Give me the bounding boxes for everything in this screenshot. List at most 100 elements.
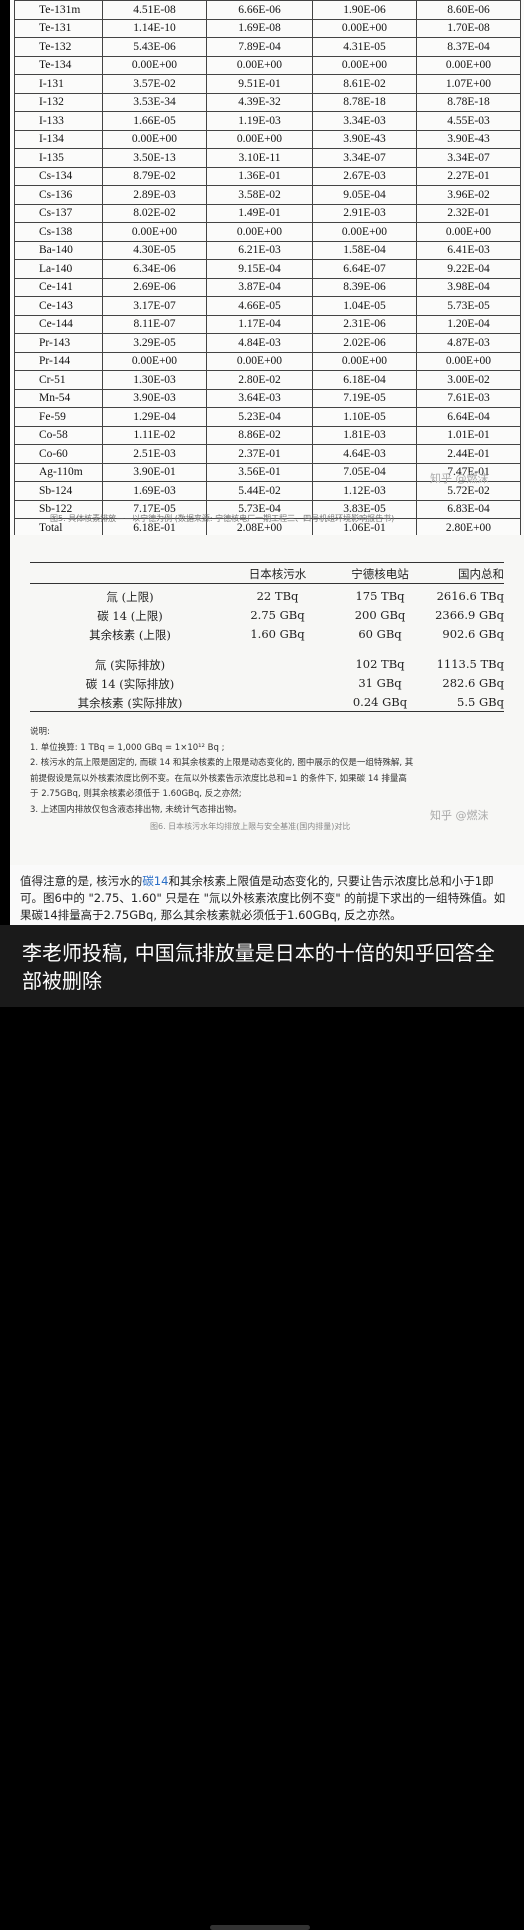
value-cell: 8.79E-02: [102, 166, 207, 186]
value-cell: 6.64E-07: [312, 259, 417, 279]
value-cell: 2.51E-03: [102, 444, 207, 464]
nuclide-cell: Sb-124: [14, 481, 103, 501]
value-cell: 2.69E-06: [102, 277, 207, 297]
value-cell: 1.70E-08: [416, 18, 521, 38]
nuclide-cell: I-133: [14, 111, 103, 131]
row-label: 其余核素 (上限): [89, 628, 171, 642]
nuclide-cell: I-134: [14, 129, 103, 149]
table-row: I-135 3.50E-13 3.10E-11 3.34E-07 3.34E-07: [14, 148, 521, 168]
row-label: 氚 (实际排放): [94, 658, 166, 672]
nuclide-cell: Te-134: [14, 55, 103, 75]
value-cell: 4.84E-03: [206, 333, 313, 353]
value-cell: 3.57E-02: [102, 74, 207, 94]
nuclide-cell: Te-131: [14, 18, 103, 38]
nuclide-cell: Cs-134: [14, 166, 103, 186]
value-cell: 0.00E+00: [102, 129, 207, 149]
value-cell: 0.00E+00: [102, 222, 207, 242]
table-rule-header: [30, 583, 504, 584]
value-cell: 3.50E-13: [102, 148, 207, 168]
value-cell: 1.29E-04: [102, 407, 207, 427]
table-row: 其余核素 (上限) 1.60 GBq 60 GBq 902.6 GBq: [30, 625, 504, 644]
table-row: 碳 14 (上限) 2.75 GBq 200 GBq 2366.9 GBq: [30, 606, 504, 625]
value-cell: 1.49E-01: [206, 203, 313, 223]
value-cell: 1.60 GBq: [250, 627, 305, 641]
value-cell: 2.02E-06: [312, 333, 417, 353]
value-cell: 5.23E-04: [206, 407, 313, 427]
paragraph-text: 值得注意的是, 核污水的碳14和其余核素上限值是动态变化的, 只要让告示浓度比总…: [20, 874, 506, 922]
table-row: Pr-143 3.29E-05 4.84E-03 2.02E-06 4.87E-03: [14, 333, 521, 353]
value-cell: 8.78E-18: [312, 92, 417, 112]
search-link-carbon14[interactable]: 碳14: [142, 874, 168, 888]
note-line: 于 2.75GBq, 则其余核素必须低于 1.60GBq, 反之亦然;: [30, 789, 242, 799]
value-cell: 0.00E+00: [312, 55, 417, 75]
value-cell: 1.58E-04: [312, 240, 417, 260]
value-cell: 31 GBq: [358, 676, 402, 690]
value-cell: 9.15E-04: [206, 259, 313, 279]
note-line: 2. 核污水的氚上限是固定的, 而碳 14 和其余核素的上限是动态变化的, 图中…: [30, 758, 414, 768]
value-cell: 3.00E-02: [416, 370, 521, 390]
nuclide-cell: Cs-137: [14, 203, 103, 223]
value-cell: 1.20E-04: [416, 314, 521, 334]
nuclide-cell: Fe-59: [14, 407, 103, 427]
value-cell: 3.56E-01: [206, 462, 313, 482]
value-cell: 2.27E-01: [416, 166, 521, 186]
value-cell: 0.00E+00: [206, 222, 313, 242]
value-cell: 5.73E-05: [416, 296, 521, 316]
value-cell: 2366.9 GBq: [435, 608, 504, 622]
value-cell: 6.64E-04: [416, 407, 521, 427]
figure-caption: 图5. 具体核素排放——以宁德为例 (数据来源: 宁德核电厂一期工程三、四号机组…: [50, 514, 395, 523]
row-label: 碳 14 (实际排放): [85, 677, 175, 691]
nuclide-cell: Ce-143: [14, 296, 103, 316]
value-cell: 9.05E-04: [312, 185, 417, 205]
table-row: Mn-54 3.90E-03 3.64E-03 7.19E-05 7.61E-03: [14, 388, 521, 408]
value-cell: 1.69E-03: [102, 481, 207, 501]
table-row: Te-131 1.14E-10 1.69E-08 0.00E+00 1.70E-08: [14, 18, 521, 38]
table-row: Te-132 5.43E-06 7.89E-04 4.31E-05 8.37E-04: [14, 37, 521, 57]
watermark: 知乎 @燃沫: [430, 809, 489, 822]
value-cell: 2.80E-02: [206, 370, 313, 390]
value-cell: 0.00E+00: [416, 55, 521, 75]
nuclide-table-image: Te-131m 4.51E-08 6.66E-06 1.90E-06 8.60E-06 T…: [10, 0, 524, 575]
value-cell: 60 GBq: [358, 627, 402, 641]
table-row: I-133 1.66E-05 1.19E-03 3.34E-03 4.55E-03: [14, 111, 521, 131]
value-cell: 7.61E-03: [416, 388, 521, 408]
notes-title: 说明:: [30, 727, 50, 737]
value-cell: 6.18E-04: [312, 370, 417, 390]
table-rule-bottom: [30, 711, 504, 712]
value-cell: 3.96E-02: [416, 185, 521, 205]
value-cell: 2.32E-01: [416, 203, 521, 223]
value-cell: 2.67E-03: [312, 166, 417, 186]
article-paragraph: 值得注意的是, 核污水的碳14和其余核素上限值是动态变化的, 只要让告示浓度比总…: [10, 865, 524, 925]
value-cell: 200 GBq: [354, 608, 406, 622]
value-cell: 1113.5 TBq: [436, 657, 504, 671]
value-cell: 2.75 GBq: [250, 608, 305, 622]
value-cell: 3.90E-03: [102, 388, 207, 408]
nuclide-cell: Pr-144: [14, 351, 103, 371]
value-cell: 3.34E-07: [312, 148, 417, 168]
value-cell: 8.37E-04: [416, 37, 521, 57]
post-title: 李老师投稿, 中国氚排放量是日本的十倍的知乎回答全部被删除: [22, 941, 495, 993]
value-cell: 2.44E-01: [416, 444, 521, 464]
table-row: Te-131m 4.51E-08 6.66E-06 1.90E-06 8.60E-06: [14, 0, 521, 20]
value-cell: 0.00E+00: [102, 55, 207, 75]
value-cell: 3.90E-01: [102, 462, 207, 482]
value-cell: 7.89E-04: [206, 37, 313, 57]
nuclide-cell: Ce-144: [14, 314, 103, 334]
value-cell: 1.19E-03: [206, 111, 313, 131]
value-cell: 4.87E-03: [416, 333, 521, 353]
value-cell: 0.24 GBq: [352, 695, 408, 709]
table-row: Cr-51 1.30E-03 2.80E-02 6.18E-04 3.00E-02: [14, 370, 521, 390]
value-cell: 1.11E-02: [102, 425, 207, 445]
note-line: 1. 单位换算: 1 TBq = 1,000 GBq = 1×10¹² Bq ;: [30, 742, 225, 753]
value-cell: 2.31E-06: [312, 314, 417, 334]
value-cell: 1.07E+00: [416, 74, 521, 94]
table-row: Cs-134 8.79E-02 1.36E-01 2.67E-03 2.27E-01: [14, 166, 521, 186]
table-row: Pr-144 0.00E+00 0.00E+00 0.00E+00 0.00E+00: [14, 351, 521, 371]
value-cell: 9.22E-04: [416, 259, 521, 279]
value-cell: 1.12E-03: [312, 481, 417, 501]
nuclide-cell: Ag-110m: [14, 462, 103, 482]
value-cell: 2.91E-03: [312, 203, 417, 223]
row-label: 其余核素 (实际排放): [77, 696, 183, 710]
value-cell: 0.00E+00: [102, 351, 207, 371]
value-cell: 2616.6 TBq: [436, 589, 504, 603]
